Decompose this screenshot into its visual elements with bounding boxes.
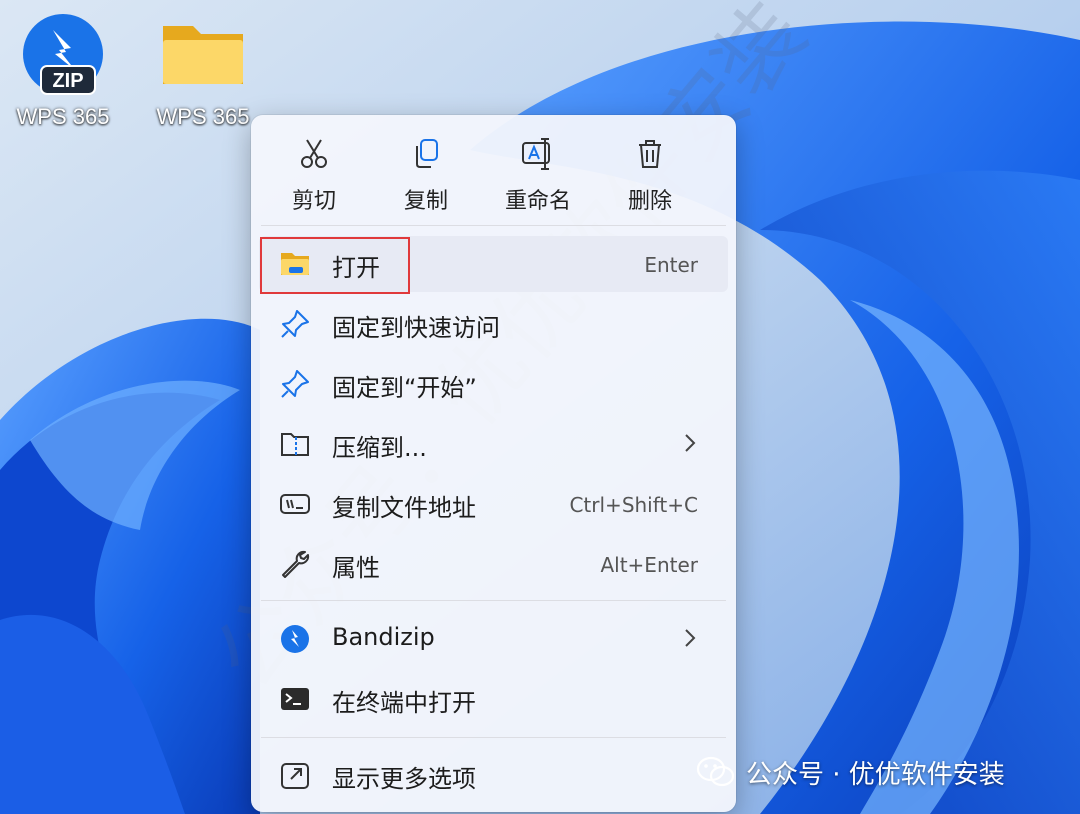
desktop-icon-wps-zip[interactable]: ZIP WPS 365: [13, 12, 113, 129]
shortcut-text: Enter: [644, 253, 698, 277]
copy-button[interactable]: 复制: [371, 133, 481, 231]
brand-watermark: 公众号 · 优优软件安装: [696, 750, 1005, 794]
context-menu: 剪切 复制 重命名 删除 打开 Enter 固定到快速访问 固定到“开始” 压缩…: [251, 115, 736, 812]
menu-item-show-more-options[interactable]: 显示更多选项: [259, 747, 728, 803]
rename-icon: [522, 138, 550, 170]
pin-icon: [281, 370, 309, 398]
desktop-icon-wps-folder[interactable]: WPS 365: [153, 12, 253, 129]
delete-icon: [639, 140, 661, 168]
menu-item-label: 复制文件地址: [332, 494, 476, 522]
menu-item-label: 在终端中打开: [332, 689, 476, 717]
bandizip-icon: [281, 625, 309, 653]
cut-button[interactable]: 剪切: [259, 133, 369, 231]
menu-item-pin-start[interactable]: 固定到“开始”: [259, 356, 728, 412]
cut-icon: [301, 139, 327, 168]
more-options-icon: [281, 763, 309, 789]
pin-icon: [281, 310, 309, 338]
wrench-icon: [282, 550, 310, 578]
menu-item-open-terminal[interactable]: 在终端中打开: [259, 671, 728, 727]
desktop-icon-label: WPS 365: [156, 104, 250, 129]
menu-divider: [261, 600, 726, 601]
chevron-right-icon: [685, 434, 696, 452]
menu-item-compress[interactable]: 压缩到...: [259, 416, 728, 472]
menu-divider: [261, 225, 726, 226]
rename-button[interactable]: 重命名: [483, 133, 593, 231]
terminal-icon: [281, 688, 309, 710]
folder-open-icon: [281, 253, 309, 275]
wechat-icon: [696, 756, 735, 787]
copy-icon: [416, 139, 438, 168]
chevron-right-icon: [685, 629, 696, 647]
menu-item-bandizip[interactable]: Bandizip: [259, 611, 728, 667]
menu-item-label: 属性: [332, 554, 380, 582]
menu-item-label: Bandizip: [332, 623, 435, 651]
zip-badge-text: ZIP: [52, 70, 83, 92]
cut-label: 剪切: [291, 189, 336, 214]
rename-label: 重命名: [504, 189, 571, 214]
menu-item-label: 显示更多选项: [332, 765, 476, 793]
menu-item-label: 固定到快速访问: [332, 314, 500, 342]
shortcut-text: Ctrl+Shift+C: [569, 493, 698, 517]
delete-button[interactable]: 删除: [595, 133, 705, 231]
menu-item-label: 压缩到...: [332, 434, 427, 462]
desktop-icon-label: WPS 365: [16, 104, 110, 129]
menu-item-pin-quick-access[interactable]: 固定到快速访问: [259, 296, 728, 352]
menu-item-label: 打开: [332, 254, 380, 282]
folder-icon: [163, 26, 243, 84]
wps-zip-icon: ZIP: [23, 14, 103, 95]
delete-label: 删除: [627, 189, 672, 214]
menu-item-properties[interactable]: 属性 Alt+Enter: [259, 536, 728, 592]
brand-label: 公众号 · 优优软件安装: [746, 759, 1005, 790]
copy-label: 复制: [403, 189, 448, 214]
copy-path-icon: [280, 494, 310, 514]
menu-divider: [261, 737, 726, 738]
menu-item-copy-path[interactable]: 复制文件地址 Ctrl+Shift+C: [259, 476, 728, 532]
shortcut-text: Alt+Enter: [600, 553, 698, 577]
menu-item-open[interactable]: 打开 Enter: [259, 236, 728, 292]
zip-archive-icon: [281, 433, 309, 456]
menu-item-label: 固定到“开始”: [332, 374, 477, 402]
